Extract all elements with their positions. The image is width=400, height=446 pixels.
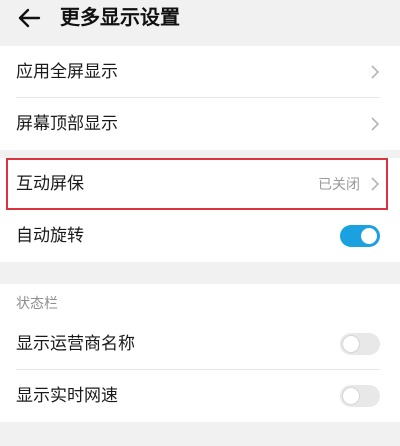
display-options-card: 应用全屏显示 屏幕顶部显示 [0,46,400,150]
row-interactive-screensaver-label: 互动屏保 [16,174,84,194]
arrow-left-icon [18,8,41,28]
page-title: 更多显示设置 [60,5,180,29]
row-auto-rotate-label: 自动旋转 [16,226,84,246]
header-bar: 更多显示设置 [0,0,400,40]
chevron-right-icon [371,117,380,131]
row-app-fullscreen[interactable]: 应用全屏显示 [0,46,400,98]
row-show-carrier-name: 显示运营商名称 [0,318,400,370]
show-carrier-name-toggle[interactable] [340,333,380,355]
back-button[interactable] [14,6,44,30]
row-interactive-screensaver[interactable]: 互动屏保 已关闭 [0,158,400,210]
row-screen-top-display-label: 屏幕顶部显示 [16,114,118,134]
toggle-knob [343,336,359,352]
row-screen-top-display[interactable]: 屏幕顶部显示 [0,98,400,150]
auto-rotate-toggle[interactable] [340,225,380,247]
row-show-network-speed: 显示实时网速 [0,370,400,422]
status-bar-card: 状态栏 显示运营商名称 显示实时网速 [0,284,400,422]
toggle-knob [361,228,377,244]
row-interactive-screensaver-value: 已关闭 [318,177,360,193]
toggle-knob [343,388,359,404]
row-auto-rotate: 自动旋转 [0,210,400,262]
row-app-fullscreen-label: 应用全屏显示 [16,62,118,82]
row-show-carrier-name-label: 显示运营商名称 [16,334,135,354]
screensaver-rotation-card: 互动屏保 已关闭 自动旋转 [0,158,400,262]
section-title-status-bar: 状态栏 [16,296,58,312]
chevron-right-icon [371,177,380,191]
row-show-network-speed-label: 显示实时网速 [16,386,118,406]
chevron-right-icon [371,65,380,79]
show-network-speed-toggle[interactable] [340,385,380,407]
